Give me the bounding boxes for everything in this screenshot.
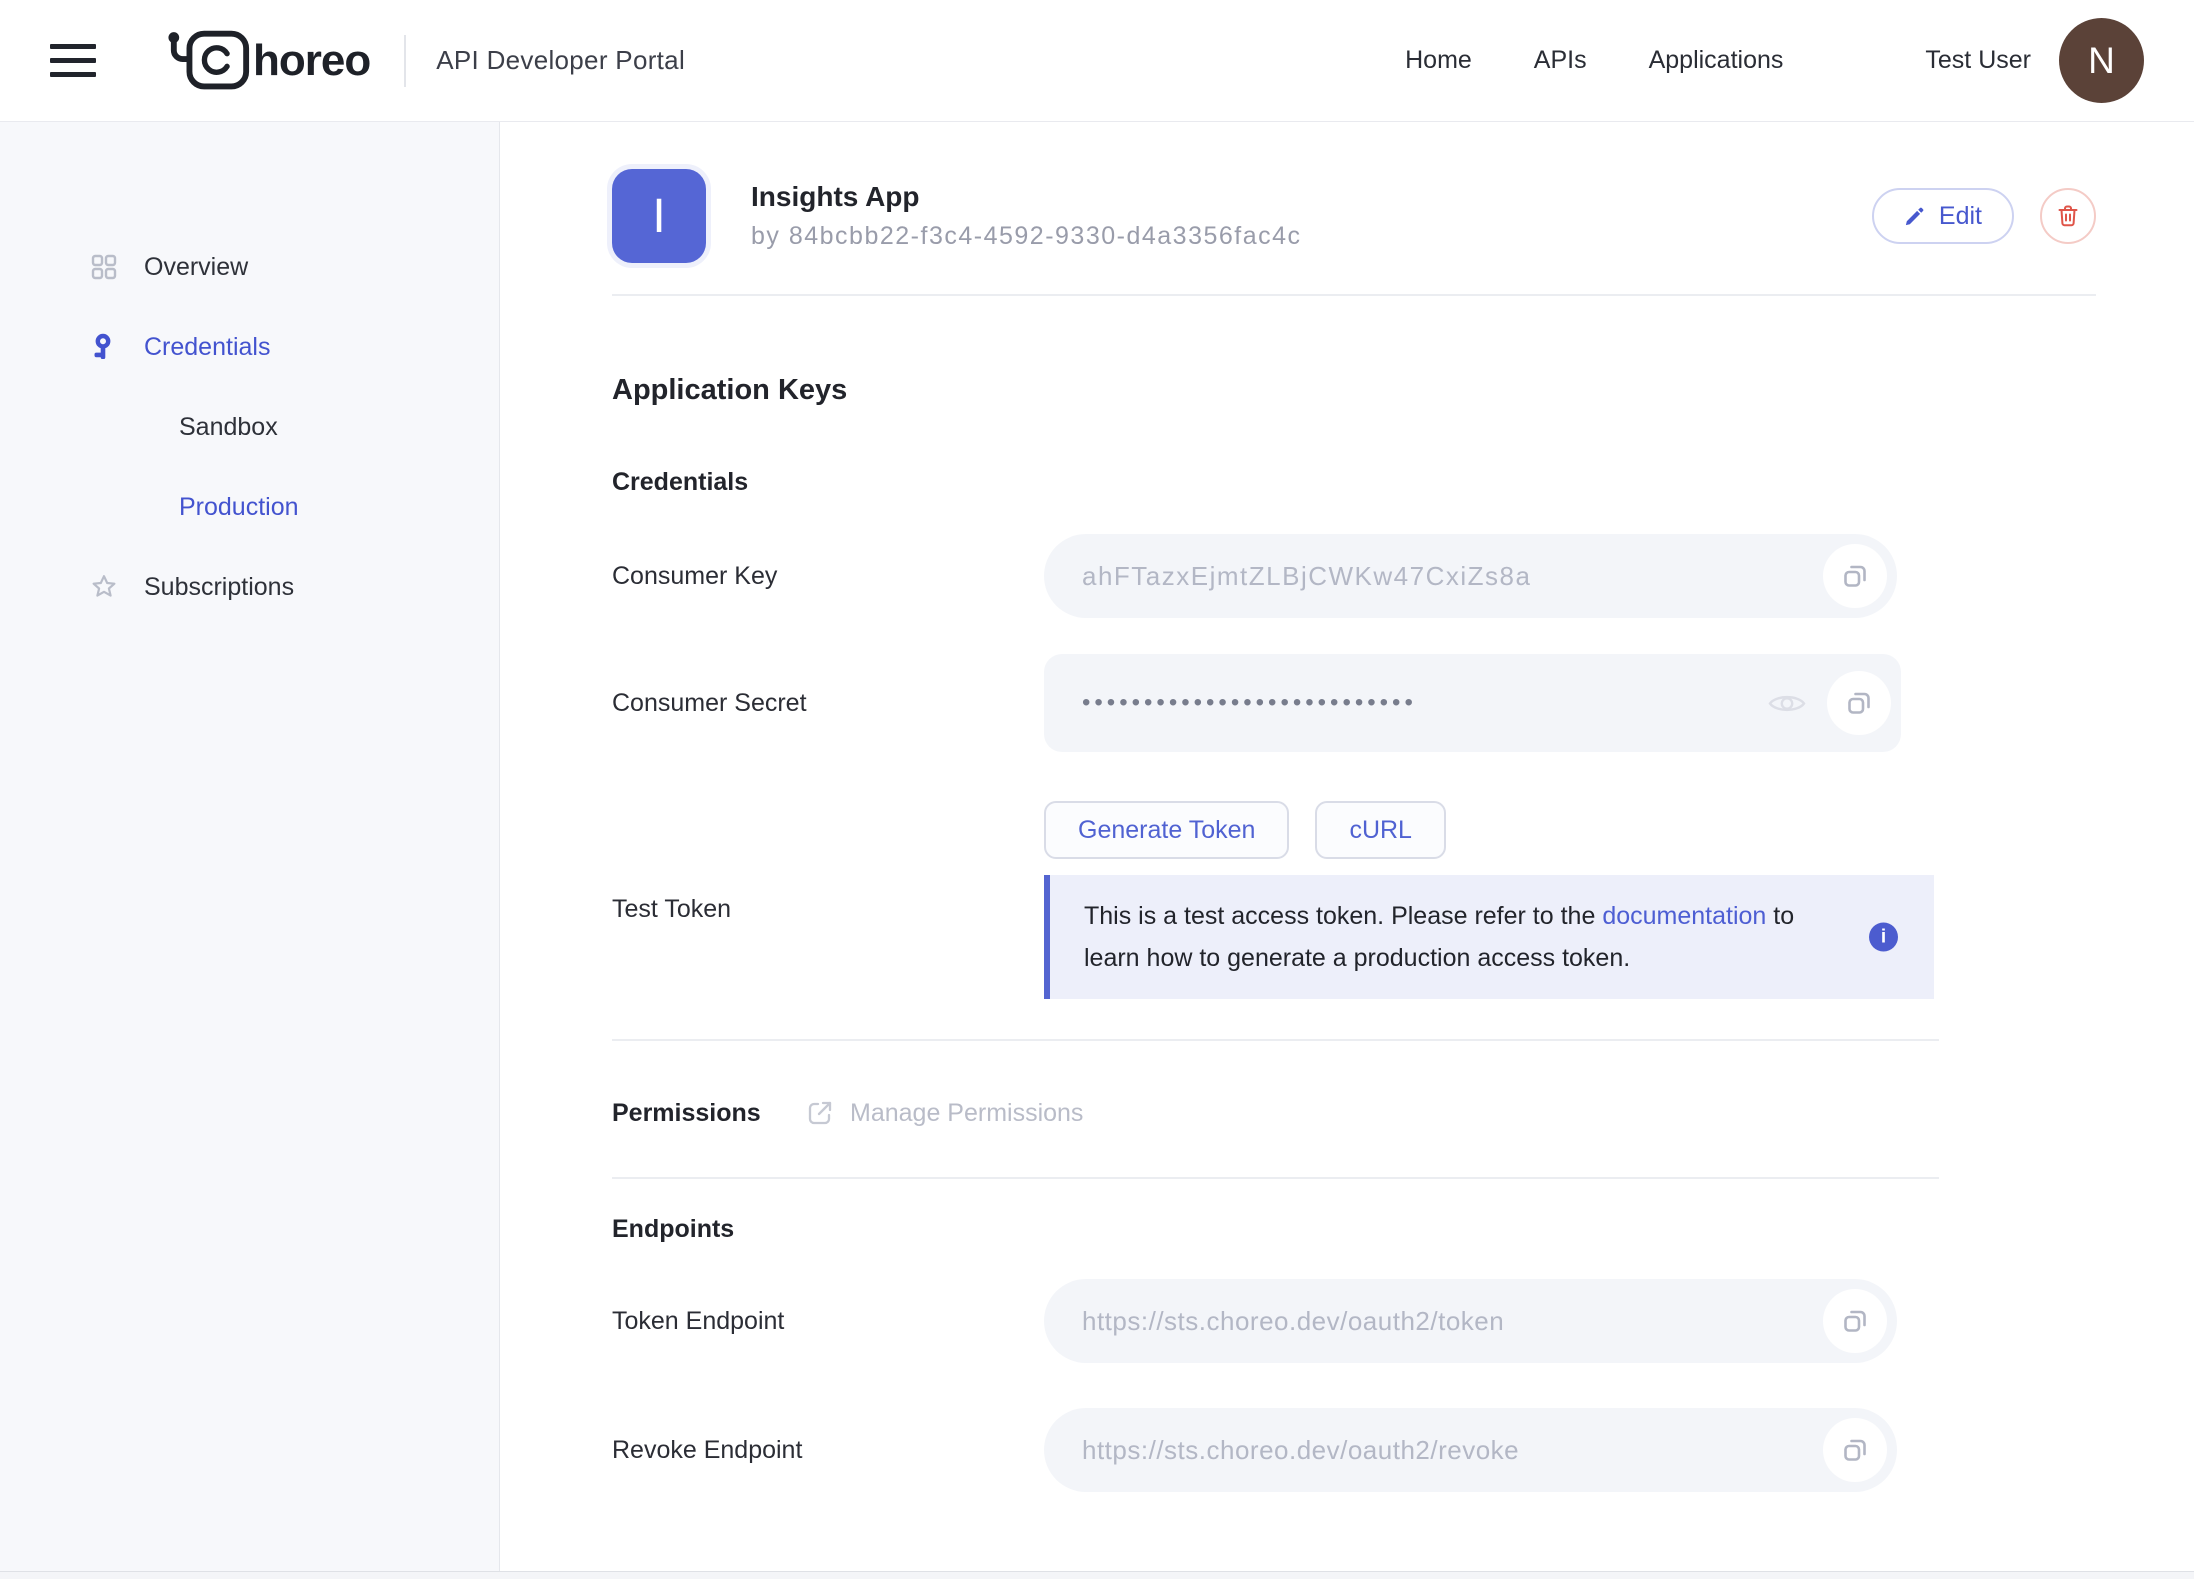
test-token-info-box: This is a test access token. Please refe…	[1044, 875, 1934, 999]
consumer-key-label: Consumer Key	[612, 562, 1044, 591]
app-icon: I	[612, 169, 706, 263]
sidebar-item-label: Subscriptions	[144, 573, 294, 602]
nav-applications[interactable]: Applications	[1649, 46, 1784, 75]
star-icon	[90, 573, 144, 601]
test-token-text: This is a test access token. Please refe…	[1084, 902, 1602, 930]
external-link-icon	[805, 1098, 835, 1128]
sidebar-item-sandbox[interactable]: Sandbox	[0, 399, 499, 455]
revoke-endpoint-value: https://sts.choreo.dev/oauth2/revoke	[1082, 1435, 1519, 1466]
credentials-subtitle: Credentials	[612, 468, 2096, 497]
header-divider	[404, 35, 406, 87]
copy-icon	[1844, 688, 1874, 718]
copy-icon	[1840, 1306, 1870, 1336]
choreo-logo-icon	[166, 28, 252, 94]
manage-permissions-link[interactable]: Manage Permissions	[805, 1098, 1083, 1128]
main-content: I Insights App by 84bcbb22-f3c4-4592-933…	[500, 122, 2194, 1571]
avatar[interactable]: N	[2059, 18, 2144, 103]
app-name: Insights App	[751, 181, 1872, 213]
sidebar-item-credentials[interactable]: Credentials	[0, 319, 499, 375]
sidebar-item-label: Credentials	[144, 333, 270, 362]
key-icon	[90, 333, 144, 361]
sidebar: Overview Credentials Sandbox Production	[0, 122, 500, 1571]
nav-home[interactable]: Home	[1405, 46, 1472, 75]
sidebar-item-production[interactable]: Production	[0, 479, 499, 535]
sidebar-item-label: Overview	[144, 253, 248, 282]
token-endpoint-value: https://sts.choreo.dev/oauth2/token	[1082, 1306, 1504, 1337]
trash-icon	[2055, 203, 2081, 229]
divider	[612, 1177, 1939, 1179]
edit-button[interactable]: Edit	[1872, 188, 2014, 244]
sidebar-item-label: Sandbox	[179, 413, 278, 442]
revoke-endpoint-field: https://sts.choreo.dev/oauth2/revoke	[1044, 1408, 1897, 1492]
endpoints-title: Endpoints	[612, 1215, 2096, 1244]
copy-consumer-secret-button[interactable]	[1827, 671, 1891, 735]
copy-consumer-key-button[interactable]	[1823, 544, 1887, 608]
copy-icon	[1840, 1435, 1870, 1465]
sidebar-item-subscriptions[interactable]: Subscriptions	[0, 559, 499, 615]
consumer-key-field: ahFTazxEjmtZLBjCWKw47CxiZs8a	[1044, 534, 1897, 618]
application-keys-title: Application Keys	[612, 374, 2096, 407]
app-header: horeo API Developer Portal Home APIs App…	[0, 0, 2194, 122]
logo-text: horeo	[253, 36, 370, 86]
choreo-logo[interactable]: horeo	[166, 28, 370, 94]
divider	[612, 1039, 1939, 1041]
copy-icon	[1840, 561, 1870, 591]
consumer-secret-label: Consumer Secret	[612, 689, 1044, 718]
show-secret-button[interactable]	[1765, 681, 1809, 725]
user-name[interactable]: Test User	[1925, 46, 2031, 75]
permissions-title: Permissions	[612, 1099, 805, 1128]
pencil-icon	[1904, 205, 1926, 227]
token-endpoint-field: https://sts.choreo.dev/oauth2/token	[1044, 1279, 1897, 1363]
consumer-key-value: ahFTazxEjmtZLBjCWKw47CxiZs8a	[1082, 561, 1531, 592]
copy-token-endpoint-button[interactable]	[1823, 1289, 1887, 1353]
edit-button-label: Edit	[1939, 202, 1982, 231]
eye-icon	[1768, 690, 1806, 717]
portal-title: API Developer Portal	[436, 45, 685, 76]
page-bottom-strip	[0, 1571, 2194, 1579]
sidebar-item-label: Production	[179, 493, 299, 522]
documentation-link[interactable]: documentation	[1602, 902, 1766, 930]
app-owner: by 84bcbb22-f3c4-4592-9330-d4a3356fac4c	[751, 222, 1872, 251]
copy-revoke-endpoint-button[interactable]	[1823, 1418, 1887, 1482]
divider	[612, 294, 2096, 296]
revoke-endpoint-label: Revoke Endpoint	[612, 1436, 1044, 1465]
consumer-secret-masked-value: •••••••••••••••••••••••••••	[1082, 691, 1417, 715]
test-token-label: Test Token	[612, 875, 1044, 924]
delete-button[interactable]	[2040, 188, 2096, 244]
header-nav: Home APIs Applications	[1405, 46, 1783, 75]
nav-apis[interactable]: APIs	[1534, 46, 1587, 75]
grid-icon	[90, 253, 144, 281]
curl-button[interactable]: cURL	[1315, 801, 1446, 859]
token-endpoint-label: Token Endpoint	[612, 1307, 1044, 1336]
consumer-secret-field: •••••••••••••••••••••••••••	[1044, 654, 1901, 752]
generate-token-button[interactable]: Generate Token	[1044, 801, 1289, 859]
sidebar-item-overview[interactable]: Overview	[0, 239, 499, 295]
info-icon[interactable]: i	[1869, 923, 1898, 952]
manage-permissions-label: Manage Permissions	[850, 1099, 1083, 1128]
menu-icon[interactable]	[50, 44, 96, 77]
